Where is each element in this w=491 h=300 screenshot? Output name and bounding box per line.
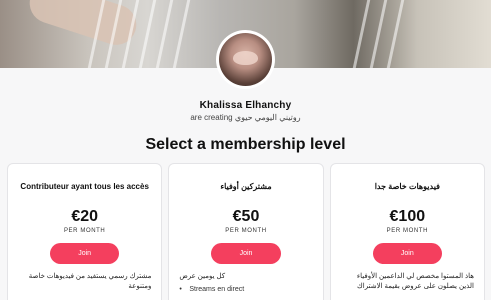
tier-card: فيديوهات خاصة جدا €100 PER MONTH Join ها…: [329, 163, 485, 300]
tier-description: كل يومين عرض: [179, 273, 226, 280]
join-button[interactable]: Join: [50, 243, 120, 264]
tier-benefits: Streams en direct: [179, 284, 312, 296]
join-button[interactable]: Join: [211, 243, 281, 264]
tier-period: PER MONTH: [63, 228, 106, 234]
tier-card: Contributeur ayant tous les accès €20 PE…: [7, 163, 163, 300]
tier-name: مشتركين أوفياء: [220, 182, 272, 191]
tier-description: مشترك رسمي يستفيد من فيديوهات خاصة ومتنو…: [28, 273, 152, 290]
membership-tiers: Contributeur ayant tous les accès €20 PE…: [7, 163, 485, 300]
tier-price: €50: [232, 208, 260, 225]
tier-description: هاذ المستوا مخصص لي الداعمين الأوفياء ال…: [356, 273, 474, 290]
tier-card: مشتركين أوفياء €50 PER MONTH Join كل يوم…: [168, 163, 324, 300]
tier-period: PER MONTH: [386, 228, 429, 234]
page-title: Select a membership level: [145, 136, 346, 153]
avatar[interactable]: [216, 30, 275, 89]
tier-period: PER MONTH: [225, 228, 267, 234]
creator-name: Khalissa Elhanchy: [199, 100, 292, 111]
tier-price: €100: [389, 208, 426, 225]
creator-description: are creating روتيني اليومي حيوي: [190, 113, 301, 122]
tier-name: فيديوهات خاصة جدا: [374, 182, 440, 191]
tier-price: €20: [71, 208, 99, 225]
tier-name: Contributeur ayant tous les accès: [20, 182, 149, 191]
benefit-item: Streams en direct: [179, 284, 312, 296]
join-button[interactable]: Join: [372, 243, 442, 264]
